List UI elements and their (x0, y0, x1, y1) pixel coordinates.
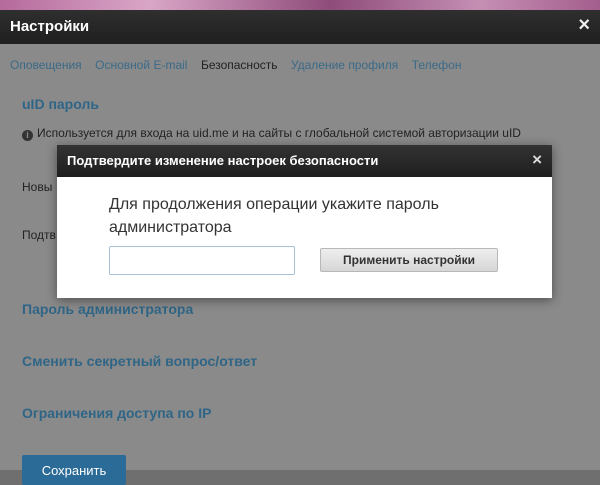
security-confirm-dialog: Подтвердите изменение настроек безопасно… (57, 145, 552, 298)
settings-title: Настройки (10, 18, 90, 35)
info-icon: i (22, 130, 33, 141)
tab-phone[interactable]: Телефон (412, 58, 462, 72)
tab-main-email[interactable]: Основной E-mail (95, 58, 187, 72)
dialog-message: Для продолжения операции укажите пароль … (109, 196, 439, 236)
dialog-title: Подтвердите изменение настроек безопасно… (67, 153, 379, 168)
save-button[interactable]: Сохранить (22, 455, 126, 485)
admin-password-input[interactable] (109, 246, 295, 275)
desktop-wallpaper (0, 0, 600, 10)
dialog-header: Подтвердите изменение настроек безопасно… (57, 145, 552, 177)
settings-header: Настройки × (0, 10, 600, 44)
uid-password-section-title[interactable]: uID пароль (22, 96, 99, 112)
new-password-label: Новы (22, 180, 53, 194)
tab-notifications[interactable]: Оповещения (10, 58, 82, 72)
ip-restriction-section-title[interactable]: Ограничения доступа по IP (22, 405, 211, 421)
confirm-password-label: Подтв (22, 228, 56, 242)
tab-security[interactable]: Безопасность (201, 58, 278, 72)
secret-question-section-title[interactable]: Сменить секретный вопрос/ответ (22, 353, 257, 369)
settings-close-icon[interactable]: × (578, 15, 590, 35)
uid-password-note: i Используется для входа на uid.me и на с… (22, 126, 521, 141)
dialog-close-icon[interactable]: × (532, 151, 542, 169)
tab-delete-profile[interactable]: Удаление профиля (291, 58, 398, 72)
settings-tabs: Оповещения Основной E-mail Безопасность … (10, 56, 470, 74)
uid-note-text: Используется для входа на uid.me и на са… (37, 126, 521, 140)
admin-password-section-title[interactable]: Пароль администратора (22, 301, 193, 317)
apply-settings-button[interactable]: Применить настройки (320, 248, 498, 272)
